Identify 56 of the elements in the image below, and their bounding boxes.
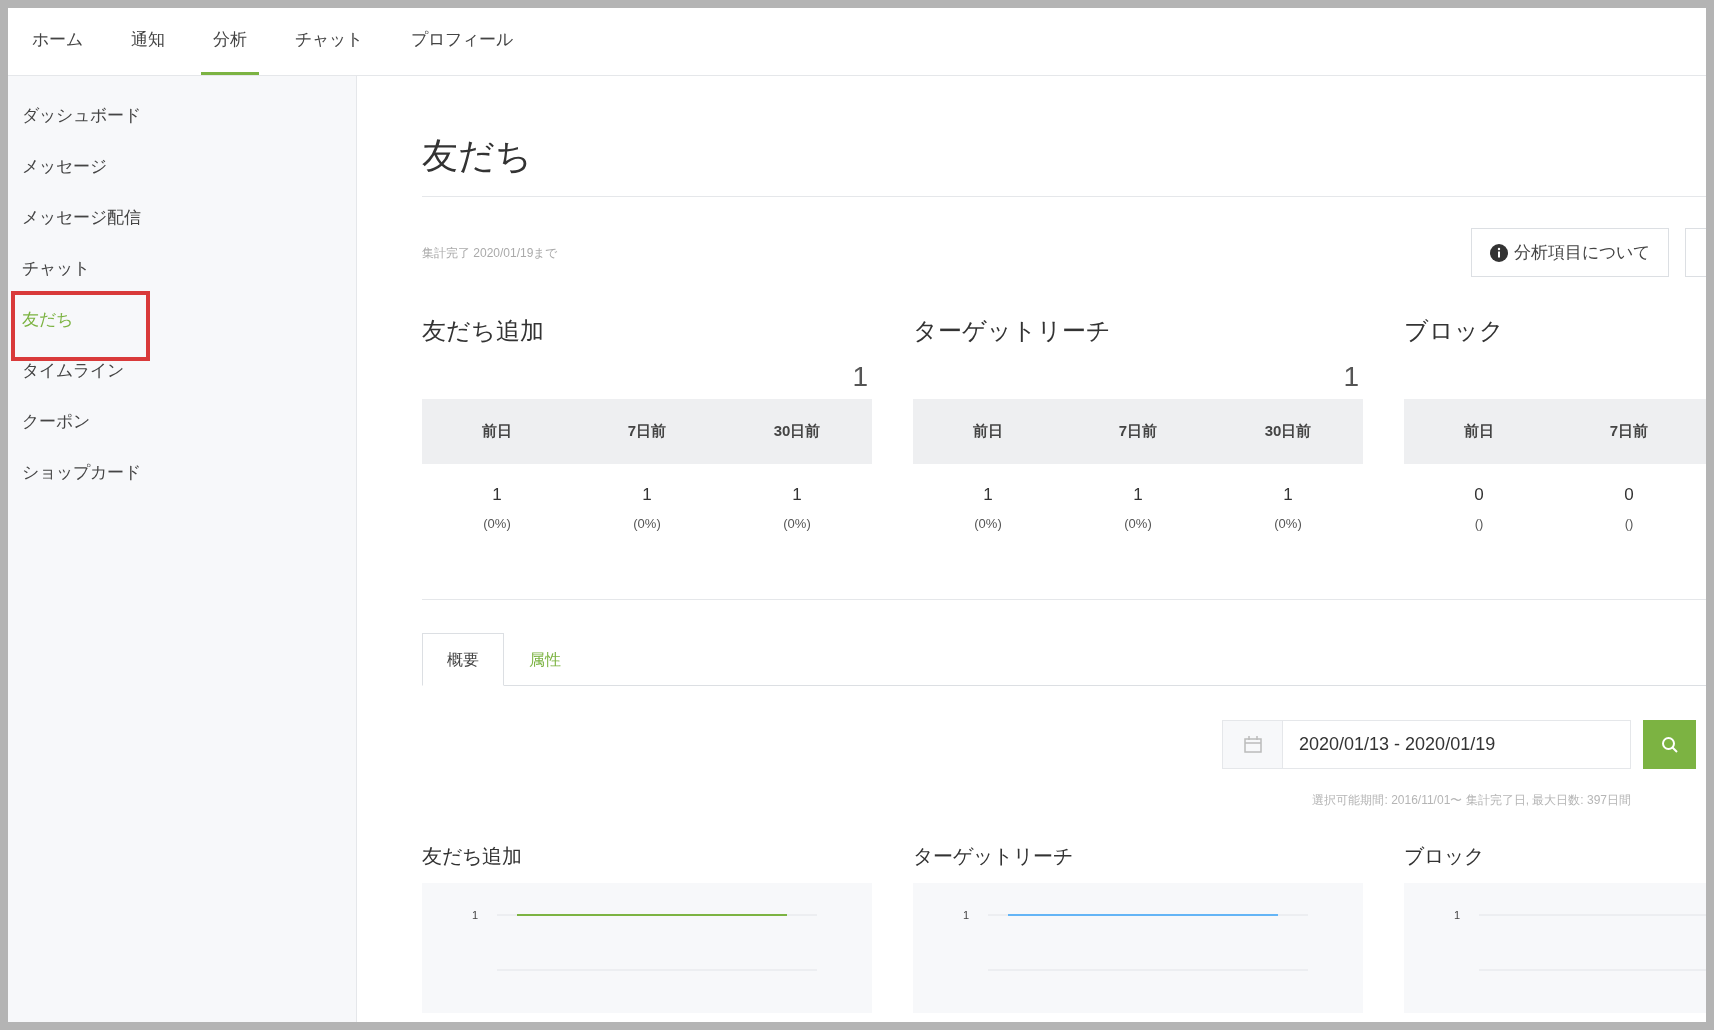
info-icon (1490, 243, 1508, 262)
sidebar-item[interactable]: タイムライン (22, 357, 124, 384)
stat-total: 1 (852, 363, 869, 391)
stat-change: (0%) (483, 514, 511, 533)
search-button[interactable] (1643, 720, 1696, 769)
search-icon (1660, 735, 1679, 754)
nav-tab[interactable]: ホーム (20, 8, 95, 75)
column-header: 30日前 (773, 421, 821, 442)
sidebar-item[interactable]: メッセージ (22, 153, 107, 180)
stat-title: ブロック (1404, 316, 1505, 346)
stat-value: 1 (492, 484, 502, 506)
page-title: 友だち (422, 138, 533, 174)
stat-value: 1 (1283, 484, 1293, 506)
stat-value: 1 (642, 484, 652, 506)
chart-title: ターゲットリーチ (913, 844, 1074, 869)
content-tab[interactable]: 概要 (422, 633, 504, 686)
stat-total: 1 (1343, 363, 1360, 391)
stat-title: 友だち追加 (422, 316, 545, 346)
about-analysis-button[interactable]: 分析項目について (1471, 228, 1669, 277)
column-header: 7日前 (1118, 421, 1158, 442)
sidebar-item[interactable]: ダッシュボード (22, 102, 141, 129)
nav-tab[interactable]: チャット (283, 8, 375, 75)
calendar-icon (1243, 736, 1262, 753)
chart-title: 友だち追加 (422, 844, 523, 869)
stat-change: (0%) (1124, 514, 1152, 533)
date-range-hint: 選択可能期間: 2016/11/01〜 集計完了日, 最大日数: 397日間 (1312, 792, 1631, 809)
aggregation-note: 集計完了 2020/01/19まで (422, 244, 559, 262)
stat-value: 0 (1474, 484, 1484, 506)
nav-tab[interactable]: プロフィール (399, 8, 525, 75)
sidebar-item[interactable]: チャット (22, 255, 90, 282)
stat-change: (0%) (974, 514, 1002, 533)
date-range-picker[interactable]: 2020/01/13 - 2020/01/19 (1222, 720, 1631, 769)
stat-change: () (1474, 514, 1484, 533)
sidebar-item[interactable]: ショップカード (22, 459, 141, 486)
chart-title: ブロック (1404, 844, 1485, 869)
column-header: 7日前 (1609, 421, 1649, 442)
column-header: 前日 (482, 421, 512, 442)
sidebar-item[interactable]: クーポン (22, 408, 90, 435)
column-header: 30日前 (1264, 421, 1312, 442)
stat-title: ターゲットリーチ (913, 316, 1112, 346)
column-header: 前日 (973, 421, 1003, 442)
stat-change: (0%) (783, 514, 811, 533)
stat-change: (0%) (633, 514, 661, 533)
stat-value: 1 (792, 484, 802, 506)
stat-value: 0 (1624, 484, 1634, 506)
nav-tab[interactable]: 通知 (119, 8, 177, 75)
column-header: 前日 (1464, 421, 1494, 442)
axis-tick-label: 1 (1454, 908, 1461, 923)
column-header: 7日前 (627, 421, 667, 442)
stat-value: 1 (1133, 484, 1143, 506)
sidebar-item[interactable]: メッセージ配信 (22, 204, 141, 231)
stat-change: () (1624, 514, 1634, 533)
stat-value: 1 (983, 484, 993, 506)
stat-change: (0%) (1274, 514, 1302, 533)
axis-tick-label: 1 (963, 908, 970, 923)
axis-tick-label: 1 (472, 908, 479, 923)
